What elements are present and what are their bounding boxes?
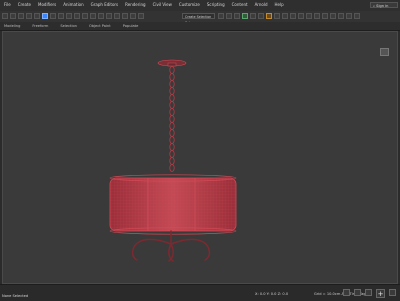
plus-icon[interactable]: +	[376, 289, 385, 298]
viewport[interactable]	[2, 31, 398, 284]
menu-arnold[interactable]: Arnold	[255, 2, 268, 8]
layer-icon[interactable]	[234, 13, 240, 19]
move-icon[interactable]	[66, 13, 72, 19]
search-icon: ⌕	[373, 4, 376, 8]
viewcube-icon[interactable]	[380, 48, 389, 56]
scene-explorer-icon[interactable]	[242, 13, 248, 19]
snaps-icon[interactable]	[114, 13, 120, 19]
menu-items: File Create Modifiers Animation Graph Ed…	[4, 2, 284, 8]
window-crossing-icon[interactable]	[58, 13, 64, 19]
tab-populate[interactable]: Populate	[123, 23, 139, 29]
schematic-view-icon[interactable]	[258, 13, 264, 19]
chain	[169, 66, 175, 172]
workspace-icon[interactable]	[354, 13, 360, 19]
tab-freeform[interactable]: Freeform	[32, 23, 48, 29]
menu-rendering[interactable]: Rendering	[125, 2, 145, 8]
render-frame-icon[interactable]	[282, 13, 288, 19]
menu-help[interactable]: Help	[275, 2, 284, 8]
arnold-icon[interactable]	[306, 13, 312, 19]
tab-selection[interactable]: Selection	[60, 23, 77, 29]
bind-icon[interactable]	[34, 13, 40, 19]
render-icon[interactable]	[290, 13, 296, 19]
toolbar-right-icons	[218, 13, 360, 19]
pivot-icon[interactable]	[106, 13, 112, 19]
menu-graph-editors[interactable]: Graph Editors	[91, 2, 118, 8]
search-field[interactable]: ⌕ Sign in	[370, 2, 398, 8]
link-icon[interactable]	[18, 13, 24, 19]
redo-icon[interactable]	[10, 13, 16, 19]
search-label: Sign in	[376, 4, 389, 8]
menu-create[interactable]: Create	[18, 2, 31, 8]
viewport-settings-icon[interactable]	[346, 13, 352, 19]
tab-modeling[interactable]: Modeling	[4, 23, 20, 29]
pan-icon[interactable]	[365, 289, 372, 296]
ceiling-canopy	[157, 59, 187, 67]
selection-set-dropdown[interactable]: Create Selection Set	[182, 13, 215, 25]
display-icon[interactable]	[330, 13, 336, 19]
viewport-controls: +	[343, 289, 396, 298]
menu-file[interactable]: File	[4, 2, 11, 8]
menu-modifiers[interactable]: Modifiers	[38, 2, 56, 8]
material-editor-icon[interactable]	[266, 13, 272, 19]
hierarchy-icon[interactable]	[314, 13, 320, 19]
motion-icon[interactable]	[322, 13, 328, 19]
unlink-icon[interactable]	[26, 13, 32, 19]
select-region-icon[interactable]	[50, 13, 56, 19]
angle-snap-icon[interactable]	[122, 13, 128, 19]
chandelier-wireframe	[109, 59, 237, 262]
menu-content[interactable]: Content	[232, 2, 248, 8]
scale-icon[interactable]	[82, 13, 88, 19]
select-icon[interactable]	[42, 13, 48, 19]
mirror-icon[interactable]	[218, 13, 224, 19]
orbit-icon[interactable]	[354, 289, 361, 296]
coordinate-readout: X: 0.0 Y: 0.0 Z: 0.0	[255, 292, 289, 296]
status-bar: None Selected X: 0.0 Y: 0.0 Z: 0.0 Grid …	[0, 284, 400, 301]
rotate-icon[interactable]	[74, 13, 80, 19]
menu-animation[interactable]: Animation	[63, 2, 83, 8]
zoom-icon[interactable]	[343, 289, 350, 296]
toolbar-icons	[2, 13, 144, 19]
percent-snap-icon[interactable]	[130, 13, 136, 19]
tab-object-paint[interactable]: Object Paint	[89, 23, 111, 29]
reference-coord-icon[interactable]	[98, 13, 104, 19]
ribbon-tabs: Modeling Freeform Selection Object Paint…	[0, 22, 400, 31]
status-left: None Selected	[2, 294, 29, 298]
placement-icon[interactable]	[90, 13, 96, 19]
menu-civil-view[interactable]: Civil View	[153, 2, 172, 8]
render-setup-icon[interactable]	[274, 13, 280, 19]
utilities-icon[interactable]	[338, 13, 344, 19]
spinner-snap-icon[interactable]	[138, 13, 144, 19]
align-icon[interactable]	[226, 13, 232, 19]
maximize-icon[interactable]	[389, 289, 396, 296]
chandelier-arms	[131, 230, 211, 262]
curve-editor-icon[interactable]	[250, 13, 256, 19]
lamp-shade	[109, 174, 237, 235]
undo-icon[interactable]	[2, 13, 8, 19]
menu-customize[interactable]: Customize	[179, 2, 200, 8]
render-cloud-icon[interactable]	[298, 13, 304, 19]
tabs: Modeling Freeform Selection Object Paint…	[4, 23, 138, 29]
menu-scripting[interactable]: Scripting	[207, 2, 225, 8]
